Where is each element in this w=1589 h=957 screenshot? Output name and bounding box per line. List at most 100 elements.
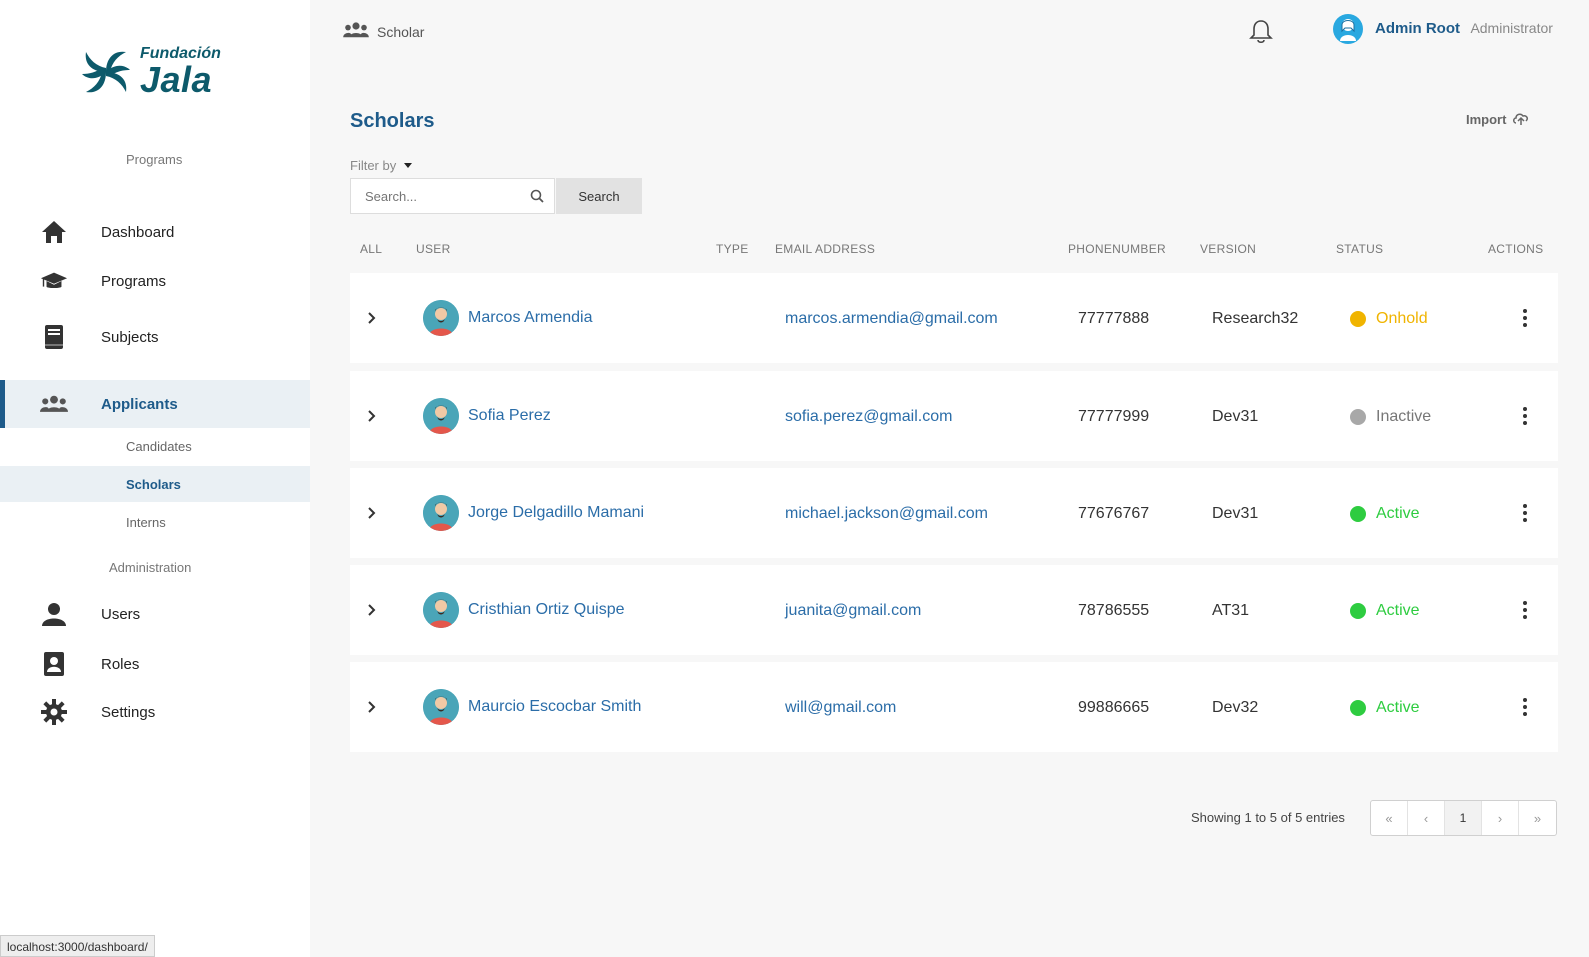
status-text: Active	[1376, 505, 1420, 522]
status-badge: Inactive	[1350, 408, 1431, 426]
search-button[interactable]: Search	[556, 178, 642, 214]
chevron-right-icon[interactable]	[362, 698, 380, 716]
column-header-status[interactable]: STATUS	[1336, 242, 1383, 256]
more-actions-icon[interactable]	[1520, 307, 1530, 329]
table-row: Sofia Perez sofia.perez@gmail.com 777779…	[350, 371, 1558, 461]
sidebar-subitem-scholars[interactable]: Scholars	[0, 466, 310, 502]
user-name-link[interactable]: Marcos Armendia	[468, 309, 593, 327]
cloud-upload-icon	[1512, 110, 1530, 129]
sidebar-item-roles[interactable]: Roles	[0, 640, 310, 688]
sidebar-subitem-label: Interns	[126, 514, 166, 530]
user-name-link[interactable]: Cristhian Ortiz Quispe	[468, 601, 625, 619]
import-button[interactable]: Import	[1466, 110, 1530, 129]
section-label-administration: Administration	[109, 560, 192, 575]
section-label-programs: Programs	[126, 152, 183, 167]
sidebar-item-settings[interactable]: Settings	[0, 688, 310, 736]
chevron-right-icon[interactable]	[362, 504, 380, 522]
phone-number: 99886665	[1078, 699, 1150, 716]
sidebar-item-applicants[interactable]: Applicants	[0, 380, 310, 428]
status-dot	[1350, 409, 1366, 425]
email-link[interactable]: marcos.armendia@gmail.com	[785, 310, 998, 328]
search-input[interactable]	[365, 188, 535, 204]
status-dot	[1350, 506, 1366, 522]
email-link[interactable]: will@gmail.com	[785, 699, 896, 717]
column-header-user[interactable]: USER	[416, 242, 451, 256]
status-text: Active	[1376, 602, 1420, 619]
email-link[interactable]: michael.jackson@gmail.com	[785, 505, 988, 523]
search-icon	[530, 189, 544, 208]
column-header-type[interactable]: TYPE	[716, 242, 749, 256]
avatar	[1333, 14, 1363, 44]
graduation-cap-icon	[40, 267, 68, 295]
sidebar-item-programs[interactable]: Programs	[0, 257, 310, 305]
chevron-right-icon[interactable]	[362, 407, 380, 425]
sidebar-subitem-candidates[interactable]: Candidates	[0, 428, 310, 464]
user-name-link[interactable]: Sofia Perez	[468, 407, 551, 425]
sidebar-item-label: Roles	[101, 655, 140, 673]
column-header-email[interactable]: EMAIL ADDRESS	[775, 242, 875, 256]
email-link[interactable]: sofia.perez@gmail.com	[785, 408, 952, 426]
book-icon	[40, 323, 68, 351]
column-header-version[interactable]: VERSION	[1200, 242, 1256, 256]
search-field[interactable]	[350, 178, 555, 214]
more-actions-icon[interactable]	[1520, 405, 1530, 427]
phone-number: 77676767	[1078, 505, 1150, 522]
filter-label: Filter by	[350, 158, 397, 173]
user-menu[interactable]: Admin Root Administrator	[1333, 14, 1553, 44]
avatar	[423, 689, 459, 725]
version: Research32	[1212, 310, 1299, 327]
sidebar-item-label: Users	[101, 605, 141, 623]
more-actions-icon[interactable]	[1520, 599, 1530, 621]
chevron-right-icon[interactable]	[362, 601, 380, 619]
previous-page-button[interactable]: ‹	[1408, 801, 1445, 835]
status-text: Inactive	[1376, 408, 1432, 425]
sidebar-item-label: Settings	[101, 703, 156, 721]
sidebar-item-dashboard[interactable]: Dashboard	[0, 208, 310, 256]
column-header-actions: ACTIONS	[1488, 242, 1544, 256]
logo-text-main: Jala	[140, 59, 213, 100]
avatar	[423, 398, 459, 434]
phone-number: 78786555	[1078, 602, 1150, 619]
chevron-down-icon	[404, 163, 413, 168]
pagination-summary: Showing 1 to 5 of 5 entries	[1191, 810, 1345, 825]
import-label: Import	[1466, 112, 1507, 127]
phone-number: 77777888	[1078, 310, 1150, 327]
sidebar-subitem-interns[interactable]: Interns	[0, 504, 310, 540]
breadcrumb[interactable]: Scholar	[343, 22, 424, 41]
fundacion-jala-logo[interactable]: Fundación Jala	[78, 44, 221, 100]
sidebar-item-label: Dashboard	[101, 223, 175, 241]
pagination: « ‹ 1 › »	[1370, 800, 1557, 836]
users-group-icon	[343, 22, 369, 41]
more-actions-icon[interactable]	[1520, 502, 1530, 524]
status-badge: Active	[1350, 602, 1420, 620]
column-header-all[interactable]: ALL	[360, 242, 382, 256]
id-badge-icon	[40, 650, 68, 678]
sidebar-subitem-label: Candidates	[126, 438, 192, 454]
users-group-icon	[40, 390, 68, 418]
sidebar-item-subjects[interactable]: Subjects	[0, 313, 310, 361]
status-badge: Active	[1350, 699, 1420, 717]
last-page-button[interactable]: »	[1519, 801, 1556, 835]
notification-bell-icon[interactable]	[1249, 18, 1273, 44]
version: Dev31	[1212, 408, 1259, 425]
sidebar-item-users[interactable]: Users	[0, 590, 310, 638]
chevron-right-icon[interactable]	[362, 309, 380, 327]
breadcrumb-label: Scholar	[377, 23, 425, 40]
user-name-link[interactable]: Maurcio Escocbar Smith	[468, 698, 641, 716]
table-row: Maurcio Escocbar Smith will@gmail.com 99…	[350, 662, 1558, 752]
first-page-button[interactable]: «	[1371, 801, 1408, 835]
table-row: Cristhian Ortiz Quispe juanita@gmail.com…	[350, 565, 1558, 655]
browser-status-url: localhost:3000/dashboard/	[0, 935, 155, 957]
user-name-link[interactable]: Jorge Delgadillo Mamani	[468, 504, 644, 522]
column-header-phone[interactable]: PHONENUMBER	[1068, 242, 1166, 256]
sidebar-item-label: Applicants	[101, 395, 178, 413]
status-badge: Active	[1350, 505, 1420, 523]
filter-dropdown[interactable]: Filter by	[350, 158, 413, 173]
version: Dev32	[1212, 699, 1259, 716]
user-icon	[40, 600, 68, 628]
page-1-button[interactable]: 1	[1445, 801, 1482, 835]
email-link[interactable]: juanita@gmail.com	[785, 602, 921, 620]
status-text: Onhold	[1376, 310, 1428, 327]
more-actions-icon[interactable]	[1520, 696, 1530, 718]
next-page-button[interactable]: ›	[1482, 801, 1519, 835]
